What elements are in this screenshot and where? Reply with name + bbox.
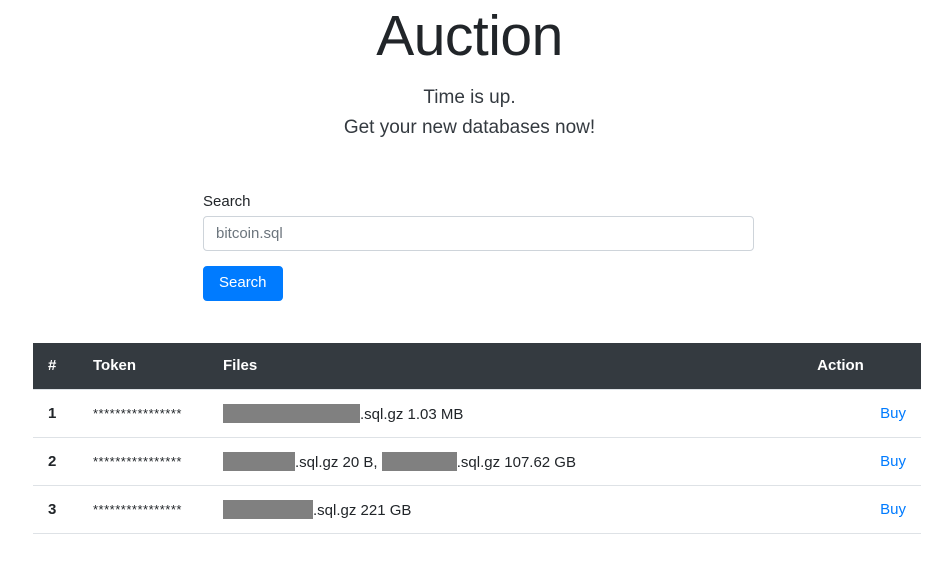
row-files: .sql.gz 1.03 MB bbox=[223, 390, 817, 438]
row-files: .sql.gz 221 GB bbox=[223, 486, 817, 534]
file-entry: .sql.gz 20 B bbox=[223, 454, 373, 471]
row-action-cell: Buy bbox=[817, 486, 921, 534]
column-header-token: Token bbox=[93, 343, 223, 390]
column-header-files: Files bbox=[223, 343, 817, 390]
subtitle-line-2: Get your new databases now! bbox=[0, 113, 939, 143]
search-input[interactable] bbox=[203, 216, 754, 251]
file-size: 20 B bbox=[338, 454, 373, 471]
redacted-filename-block bbox=[223, 452, 295, 471]
search-form: Search Search bbox=[203, 193, 754, 301]
subtitle-line-1: Time is up. bbox=[0, 83, 939, 113]
row-token: **************** bbox=[93, 438, 223, 486]
row-number: 3 bbox=[33, 486, 93, 534]
search-input-wrap bbox=[203, 216, 754, 251]
file-extension: .sql.gz bbox=[313, 502, 356, 519]
buy-link[interactable]: Buy bbox=[880, 453, 906, 470]
table-row: 2****************.sql.gz 20 B, .sql.gz 1… bbox=[33, 438, 921, 486]
page-title: Auction bbox=[0, 4, 939, 70]
page-header: Auction Time is up. Get your new databas… bbox=[0, 0, 939, 143]
row-token: **************** bbox=[93, 486, 223, 534]
row-action-cell: Buy bbox=[817, 390, 921, 438]
file-extension: .sql.gz bbox=[295, 454, 338, 471]
search-button[interactable]: Search bbox=[203, 266, 283, 301]
row-token: **************** bbox=[93, 390, 223, 438]
redacted-filename-block bbox=[382, 452, 457, 471]
redacted-filename-block bbox=[223, 404, 360, 423]
file-entry: .sql.gz 1.03 MB bbox=[223, 406, 463, 423]
row-number: 1 bbox=[33, 390, 93, 438]
buy-link[interactable]: Buy bbox=[880, 405, 906, 422]
file-separator: , bbox=[373, 454, 381, 471]
file-entry: .sql.gz 221 GB bbox=[223, 502, 411, 519]
file-size: 107.62 GB bbox=[500, 454, 576, 471]
column-header-action: Action bbox=[817, 343, 921, 390]
buy-link[interactable]: Buy bbox=[880, 501, 906, 518]
file-extension: .sql.gz bbox=[360, 406, 403, 423]
file-size: 1.03 MB bbox=[403, 406, 463, 423]
table-row: 1****************.sql.gz 1.03 MBBuy bbox=[33, 390, 921, 438]
table-header-row: # Token Files Action bbox=[33, 343, 921, 390]
table-bottom-divider bbox=[33, 533, 921, 534]
file-size: 221 GB bbox=[356, 502, 411, 519]
table-row: 3****************.sql.gz 221 GBBuy bbox=[33, 486, 921, 534]
page-subtitle: Time is up. Get your new databases now! bbox=[0, 83, 939, 144]
row-number: 2 bbox=[33, 438, 93, 486]
results-table-head: # Token Files Action bbox=[33, 343, 921, 390]
file-entry: .sql.gz 107.62 GB bbox=[382, 454, 576, 471]
file-extension: .sql.gz bbox=[457, 454, 500, 471]
row-action-cell: Buy bbox=[817, 438, 921, 486]
search-label: Search bbox=[203, 193, 754, 210]
results-table-body: 1****************.sql.gz 1.03 MBBuy2****… bbox=[33, 390, 921, 534]
row-files: .sql.gz 20 B, .sql.gz 107.62 GB bbox=[223, 438, 817, 486]
results-table: # Token Files Action 1****************.s… bbox=[33, 343, 921, 533]
redacted-filename-block bbox=[223, 500, 313, 519]
column-header-num: # bbox=[33, 343, 93, 390]
